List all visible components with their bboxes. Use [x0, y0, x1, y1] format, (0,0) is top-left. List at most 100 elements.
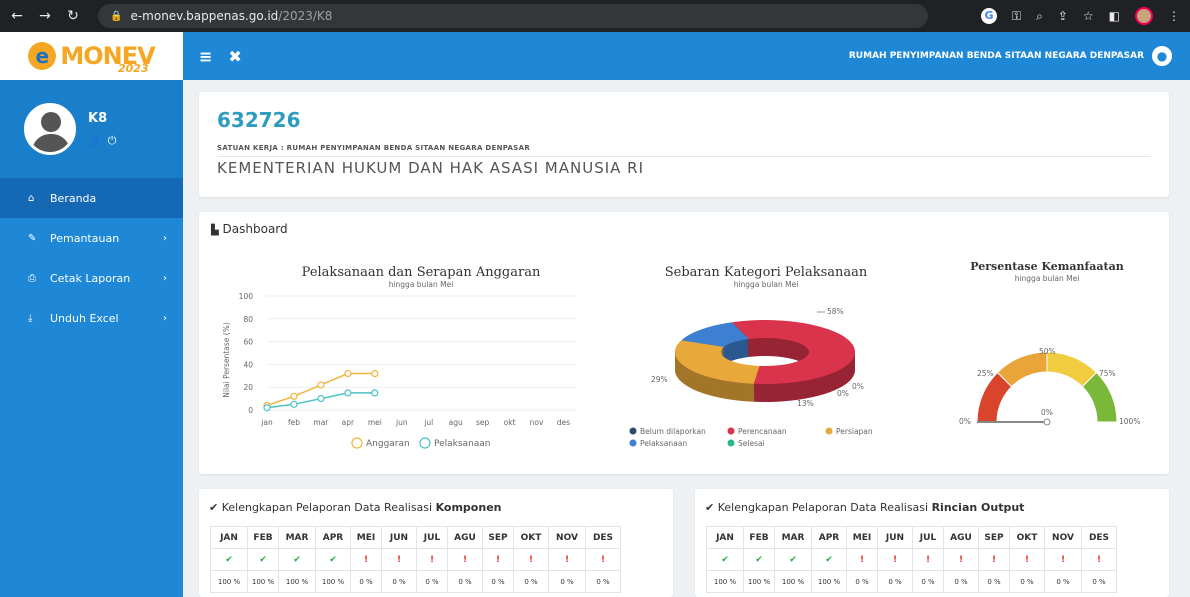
data-point — [290, 392, 298, 400]
month-header: OKT — [1009, 526, 1045, 549]
x-tick-label: des — [557, 418, 570, 427]
month-header: DES — [585, 526, 621, 549]
check-circle-icon: ✔ — [705, 501, 715, 514]
check-icon: ✔ — [210, 548, 248, 571]
month-header: AGU — [943, 526, 979, 549]
sidebar-item-pemantauan[interactable]: ✎ Pemantauan › — [0, 218, 183, 258]
warning-icon: ! — [877, 548, 913, 571]
gauge-tick-label: 75% — [1099, 369, 1116, 378]
komponen-title-prefix: Kelengkapan Pelaporan Data Realisasi — [221, 501, 436, 514]
warning-icon: ! — [447, 548, 483, 571]
legend-label: Anggaran — [366, 439, 410, 449]
x-tick-label: sep — [476, 418, 490, 427]
warning-icon: ! — [846, 548, 878, 571]
pencil-icon: ✎ — [28, 232, 37, 244]
x-tick-label: mei — [368, 418, 382, 427]
x-tick-label: jan — [260, 418, 273, 427]
user-panel: K8 👤⏻ — [0, 80, 183, 178]
star-icon[interactable]: ☆ — [1083, 9, 1094, 23]
fullscreen-icon[interactable]: ✖ — [228, 47, 241, 66]
percent-cell: 0 % — [585, 570, 621, 593]
power-icon[interactable]: ⏻ — [108, 134, 123, 147]
month-header: SEP — [482, 526, 514, 549]
warning-icon: ! — [1009, 548, 1045, 571]
warning-icon: ! — [912, 548, 944, 571]
data-point — [317, 395, 325, 403]
check-icon: ✔ — [706, 548, 744, 571]
dashboard-card: ▙ Dashboard Pelaksanaan dan Serapan Angg… — [199, 212, 1169, 474]
hamburger-icon[interactable]: ≡ — [199, 47, 212, 66]
warning-icon: ! — [350, 548, 382, 571]
percent-cell: 0 % — [447, 570, 483, 593]
top-navbar: ≡ ✖ RUMAH PENYIMPANAN BENDA SITAAN NEGAR… — [183, 32, 1190, 80]
x-tick-label: jun — [395, 418, 408, 427]
month-header: FEB — [743, 526, 775, 549]
legend-marker — [351, 437, 363, 449]
gauge-subtitle: hingga bulan Mei — [1015, 274, 1080, 283]
key-icon[interactable]: ⚿ — [1012, 9, 1021, 24]
month-header: MAR — [278, 526, 316, 549]
logo-e-icon: e — [28, 42, 57, 70]
warning-icon: ! — [381, 548, 417, 571]
month-header: AGU — [447, 526, 483, 549]
percent-row: 100 % 100 % 100 % 100 % 0 % 0 % 0 % 0 % 0 % 0 % 0 … — [706, 570, 1117, 593]
x-tick-label: okt — [504, 418, 516, 427]
x-tick-label: feb — [288, 418, 300, 427]
percent-cell: 0 % — [912, 570, 944, 593]
legend-label: Belum dilaporkan — [640, 427, 706, 436]
gauge-tick-label: 0% — [959, 417, 971, 426]
zoom-icon[interactable]: ⌕ — [1036, 9, 1043, 24]
user-menu-icon[interactable]: ● — [1152, 46, 1172, 66]
warning-icon: ! — [416, 548, 448, 571]
profile-icon[interactable]: 👤 — [88, 134, 108, 147]
app-logo[interactable]: e MONEV 2023 — [0, 32, 183, 80]
data-point — [317, 381, 325, 389]
pie-label: 13% — [797, 399, 814, 408]
kementerian-label: KEMENTERIAN HUKUM DAN HAK ASASI MANUSIA … — [217, 156, 1151, 177]
user-avatar-icon — [24, 103, 76, 155]
x-tick-label: agu — [449, 418, 463, 427]
line-chart-title: Pelaksanaan dan Serapan Anggaran — [302, 265, 541, 280]
sidebar-item-beranda[interactable]: ⌂ Beranda — [0, 178, 183, 218]
download-icon: ⤓ — [28, 312, 33, 324]
percent-cell: 100 % — [210, 570, 248, 593]
sidebar-item-unduh-excel[interactable]: ⤓ Unduh Excel › — [0, 298, 183, 338]
logo-year: 2023 — [118, 62, 149, 75]
percent-cell: 100 % — [811, 570, 847, 593]
legend-marker — [419, 437, 431, 449]
reload-icon[interactable]: ↻ — [62, 8, 84, 24]
month-header: JUN — [877, 526, 913, 549]
address-bar[interactable]: 🔒 e-monev.bappenas.go.id/2023/K8 — [98, 4, 928, 28]
komponen-title-bold: Komponen — [435, 501, 502, 514]
dashboard-charts: Pelaksanaan dan Serapan Anggaran hingga b… — [222, 260, 1140, 449]
url-host: e-monev.bappenas.go.id — [130, 9, 279, 23]
x-tick-label: mar — [313, 418, 329, 427]
org-name: RUMAH PENYIMPANAN BENDA SITAAN NEGARA DE… — [848, 51, 1144, 61]
legend-marker — [727, 439, 735, 447]
sidebar-item-label: Beranda — [50, 191, 97, 205]
more-icon[interactable]: ⋮ — [1168, 9, 1180, 23]
gauge-tick-label: 100% — [1119, 417, 1140, 426]
sidebar-item-cetak-laporan[interactable]: ⎙ Cetak Laporan › — [0, 258, 183, 298]
lock-icon: 🔒 — [110, 10, 123, 22]
home-icon: ⌂ — [28, 192, 35, 204]
month-header: JUN — [381, 526, 417, 549]
pie-label: 58% — [827, 307, 844, 316]
sidepanel-icon[interactable]: ◧ — [1109, 9, 1120, 23]
pie-chart-subtitle: hingga bulan Mei — [734, 280, 799, 289]
month-header: JAN — [210, 526, 248, 549]
warning-icon: ! — [1044, 548, 1082, 571]
check-icon: ✔ — [774, 548, 812, 571]
profile-avatar-icon[interactable] — [1135, 7, 1153, 25]
month-header: DES — [1081, 526, 1117, 549]
back-icon[interactable]: ← — [6, 8, 28, 24]
gauge-title: Persentase Kemanfaatan — [970, 260, 1123, 273]
share-icon[interactable]: ⇪ — [1058, 9, 1068, 23]
forward-icon[interactable]: → — [34, 8, 56, 24]
legend-label: Selesai — [738, 439, 765, 448]
warning-icon: ! — [482, 548, 514, 571]
check-icon: ✔ — [315, 548, 351, 571]
percent-cell: 0 % — [381, 570, 417, 593]
data-point — [344, 369, 352, 378]
google-icon[interactable]: G — [980, 8, 997, 24]
